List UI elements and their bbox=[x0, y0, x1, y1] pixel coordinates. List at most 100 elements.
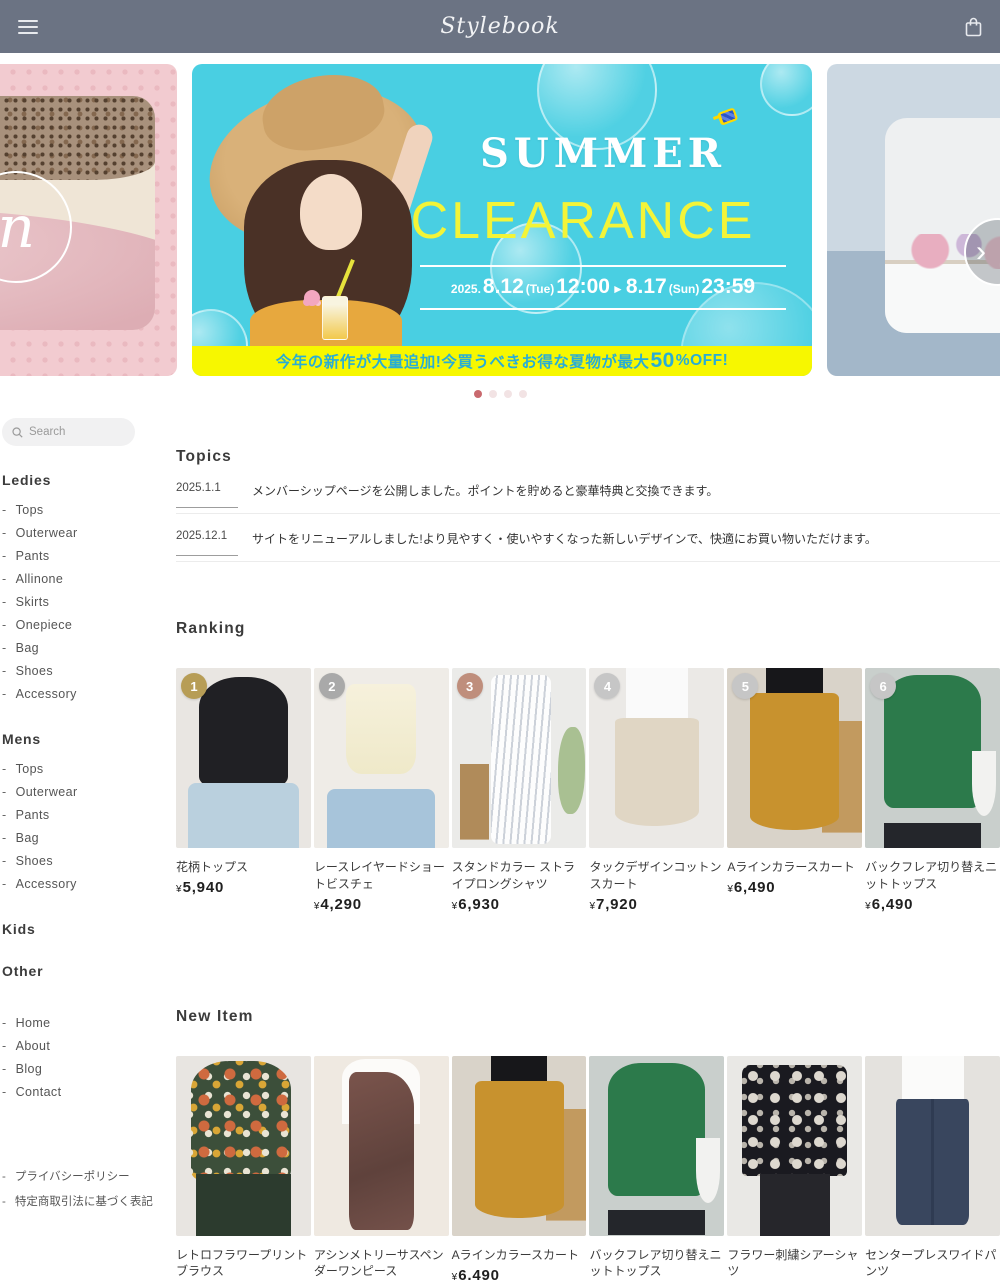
product-price: ¥6,930 bbox=[452, 896, 587, 914]
product-card[interactable]: レトロフラワープリントブラウス¥6,820 bbox=[176, 1056, 311, 1280]
sale-period-part: ► bbox=[612, 282, 624, 296]
ranking-badge: 2 bbox=[319, 673, 345, 699]
sidebar-item-skirts[interactable]: Skirts bbox=[2, 590, 176, 613]
sale-period-part: (Sun) bbox=[669, 282, 700, 296]
menu-icon[interactable] bbox=[18, 20, 38, 34]
product-name: レトロフラワープリントブラウス bbox=[176, 1247, 311, 1280]
sidebar-item-shoes[interactable]: Shoes bbox=[2, 659, 176, 682]
hero-carousel: n SUMMER CLEARANCE 202 bbox=[0, 64, 1000, 376]
product-image-back-flare-knit: 6 bbox=[865, 668, 1000, 848]
sidebar-group-heading: Kids bbox=[2, 921, 176, 937]
sidebar-item-pants[interactable]: Pants bbox=[2, 544, 176, 567]
sidebar-item-outerwear[interactable]: Outerwear bbox=[2, 521, 176, 544]
topic-date: 2025.12.1 bbox=[176, 530, 252, 542]
product-image-lace-layered-bustier: 2 bbox=[314, 668, 449, 848]
price-amount: 4,290 bbox=[320, 896, 362, 913]
sidebar-item-onepiece[interactable]: Onepiece bbox=[2, 613, 176, 636]
product-card[interactable]: センタープレスワイドパンツ¥6,930 bbox=[865, 1056, 1000, 1280]
product-image-black-lace-blouse: 1 bbox=[176, 668, 311, 848]
sidebar-item-allinone[interactable]: Allinone bbox=[2, 567, 176, 590]
main-content: Topics 2025.1.1メンバーシップページを公開しました。ポイントを貯め… bbox=[176, 418, 1000, 1280]
product-name: Aラインカラースカート bbox=[452, 1247, 587, 1264]
carousel-dot[interactable] bbox=[504, 390, 512, 398]
product-name: レースレイヤードショートビスチェ bbox=[314, 859, 449, 893]
topics-list: 2025.1.1メンバーシップページを公開しました。ポイントを貯めると豪華特典と… bbox=[176, 482, 1000, 562]
product-card[interactable]: 3スタンドカラー ストライプロングシャツ¥6,930 bbox=[452, 668, 587, 914]
sidebar-footer-link[interactable]: プライバシーポリシー bbox=[2, 1163, 176, 1188]
sidebar-group-kids: Kids bbox=[2, 921, 176, 937]
price-amount: 6,490 bbox=[734, 879, 776, 896]
currency-symbol: ¥ bbox=[589, 901, 595, 912]
sidebar-item-outerwear[interactable]: Outerwear bbox=[2, 780, 176, 803]
price-amount: 6,930 bbox=[458, 896, 500, 913]
sidebar-item-tops[interactable]: Tops bbox=[2, 498, 176, 521]
hero-slide-summer-clearance[interactable]: SUMMER CLEARANCE 2025.8.12(Tue)12:00►8.1… bbox=[192, 64, 812, 376]
app-header: Stylebook bbox=[0, 0, 1000, 53]
hero-slide-next-preview[interactable]: RE bbox=[827, 64, 1000, 376]
product-image-retro-floral-blouse bbox=[176, 1056, 311, 1236]
sidebar-item-accessory[interactable]: Accessory bbox=[2, 872, 176, 895]
ranking-badge: 6 bbox=[870, 673, 896, 699]
search-input[interactable] bbox=[29, 426, 125, 438]
bag-icon[interactable] bbox=[965, 17, 982, 37]
topics-heading: Topics bbox=[176, 448, 1000, 466]
currency-symbol: ¥ bbox=[314, 901, 320, 912]
topic-row[interactable]: 2025.1.1メンバーシップページを公開しました。ポイントを貯めると豪華特典と… bbox=[176, 482, 1000, 514]
sale-period-part: 8.17 bbox=[626, 275, 667, 299]
product-image-tuck-cotton-skirt: 4 bbox=[589, 668, 724, 848]
carousel-dot[interactable] bbox=[519, 390, 527, 398]
product-card[interactable]: Aラインカラースカート ¥6,490 bbox=[452, 1056, 587, 1280]
sale-period: 2025.8.12(Tue)12:00►8.17(Sun)23:59 bbox=[420, 265, 786, 310]
new-item-heading: New Item bbox=[176, 1008, 1000, 1026]
price-amount: 6,490 bbox=[872, 896, 914, 913]
product-price: ¥6,490 bbox=[727, 879, 862, 897]
new-item-grid: レトロフラワープリントブラウス¥6,820アシンメトリーサスペンダーワンピース¥… bbox=[176, 1056, 1000, 1280]
search-icon bbox=[12, 427, 23, 438]
ranking-badge: 4 bbox=[594, 673, 620, 699]
sale-period-part: 12:00 bbox=[556, 275, 610, 299]
currency-symbol: ¥ bbox=[727, 884, 733, 895]
product-card[interactable]: 1花柄トップス¥5,940 bbox=[176, 668, 311, 914]
sidebar-item-contact[interactable]: Contact bbox=[2, 1080, 176, 1103]
sidebar-item-about[interactable]: About bbox=[2, 1034, 176, 1057]
product-price: ¥6,490 bbox=[452, 1267, 587, 1280]
ranking-badge: 1 bbox=[181, 673, 207, 699]
sidebar-group-heading: Mens bbox=[2, 731, 176, 747]
sidebar-footer-link[interactable]: 特定商取引法に基づく表記 bbox=[2, 1188, 176, 1213]
sidebar-item-home[interactable]: Home bbox=[2, 1011, 176, 1034]
product-card[interactable]: アシンメトリーサスペンダーワンピース¥7,590 bbox=[314, 1056, 449, 1280]
topic-row[interactable]: 2025.12.1サイトをリニューアルしました!より見やすく・使いやすくなった新… bbox=[176, 530, 1000, 562]
currency-symbol: ¥ bbox=[176, 884, 182, 895]
sidebar-group-ledies: LediesTopsOuterwearPantsAllinoneSkirtsOn… bbox=[2, 472, 176, 705]
product-name: アシンメトリーサスペンダーワンピース bbox=[314, 1247, 449, 1280]
product-price: ¥6,490 bbox=[865, 896, 1000, 914]
product-price: ¥4,290 bbox=[314, 896, 449, 914]
topic-date: 2025.1.1 bbox=[176, 482, 252, 494]
topic-text: サイトをリニューアルしました!より見やすく・使いやすくなった新しいデザインで、快… bbox=[252, 530, 877, 548]
product-card[interactable]: 6 バックフレア切り替えニットトップス ¥6,490 bbox=[865, 668, 1000, 914]
product-card[interactable]: 4タックデザインコットンスカート¥7,920 bbox=[589, 668, 724, 914]
product-name: フラワー刺繍シアーシャツ bbox=[727, 1247, 862, 1280]
carousel-dot[interactable] bbox=[489, 390, 497, 398]
sidebar-item-blog[interactable]: Blog bbox=[2, 1057, 176, 1080]
hero-slide-previous[interactable]: n bbox=[0, 64, 177, 376]
sidebar-item-accessory[interactable]: Accessory bbox=[2, 682, 176, 705]
sidebar: LediesTopsOuterwearPantsAllinoneSkirtsOn… bbox=[0, 418, 176, 1280]
product-card[interactable]: 2 レースレイヤードショートビスチェ ¥4,290 bbox=[314, 668, 449, 914]
product-name: バックフレア切り替えニットトップス bbox=[865, 859, 1000, 893]
sidebar-item-bag[interactable]: Bag bbox=[2, 636, 176, 659]
carousel-dot[interactable] bbox=[474, 390, 482, 398]
ranking-badge: 3 bbox=[457, 673, 483, 699]
sidebar-item-pants[interactable]: Pants bbox=[2, 803, 176, 826]
price-amount: 6,490 bbox=[458, 1267, 500, 1280]
sidebar-item-bag[interactable]: Bag bbox=[2, 826, 176, 849]
bubble-art bbox=[760, 64, 812, 116]
product-card[interactable]: 5Aラインカラースカート¥6,490 bbox=[727, 668, 862, 914]
currency-symbol: ¥ bbox=[452, 1272, 458, 1280]
sidebar-item-tops[interactable]: Tops bbox=[2, 757, 176, 780]
sidebar-item-shoes[interactable]: Shoes bbox=[2, 849, 176, 872]
product-card[interactable]: フラワー刺繍シアーシャツ¥6,930 bbox=[727, 1056, 862, 1280]
product-card[interactable]: バックフレア切り替えニットトップス¥6,490 bbox=[589, 1056, 724, 1280]
sidebar-group-other: OtherHomeAboutBlogContact bbox=[2, 963, 176, 1103]
product-image-center-press-wide-pants bbox=[865, 1056, 1000, 1236]
